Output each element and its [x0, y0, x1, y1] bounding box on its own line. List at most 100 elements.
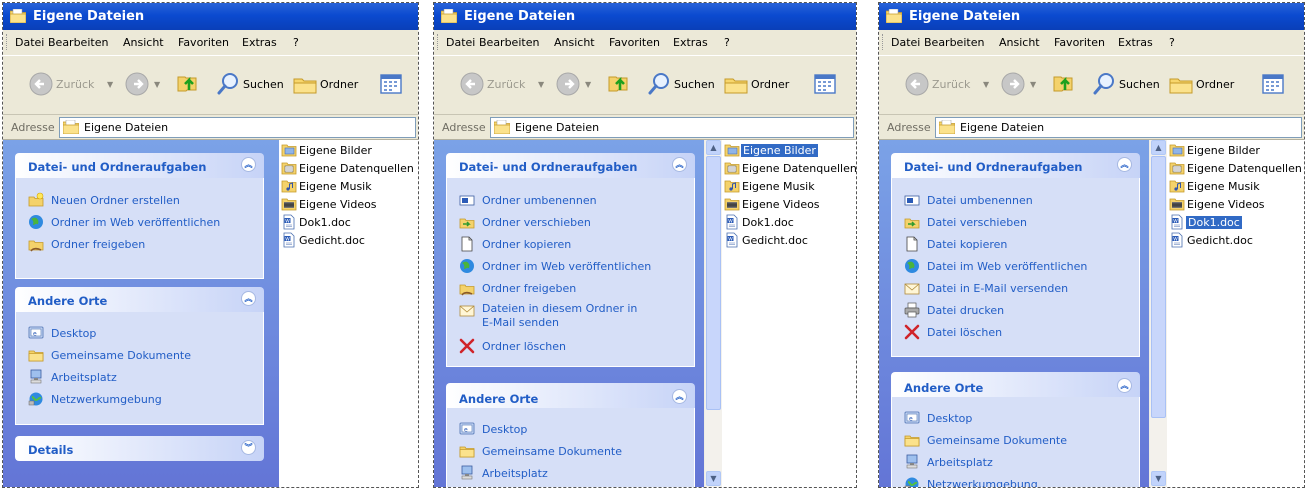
folder-icon: [63, 120, 79, 134]
expand-icon[interactable]: ︾: [241, 440, 256, 455]
menu-help[interactable]: ?: [1169, 36, 1175, 49]
mail-icon: [459, 302, 475, 318]
folder-music-icon: [1169, 178, 1185, 194]
menu-grip: [882, 34, 885, 50]
task-label: Ordner im Web veröffentlichen: [482, 260, 652, 273]
folder-icon: [904, 432, 920, 448]
back-arrow-icon: [28, 71, 54, 97]
menu-favoriten[interactable]: Favoriten: [1054, 36, 1105, 49]
panel-header[interactable]: Datei- und Ordneraufgaben ︽: [15, 153, 264, 178]
panel-other-places: Andere Orte ︽ Desktop Gemeinsame Dokumen…: [446, 383, 695, 487]
delete-icon: [904, 324, 920, 340]
task-label: Datei in E-Mail versenden: [927, 282, 1069, 295]
menu-extras[interactable]: Extras: [242, 36, 277, 49]
task-pane-scrollbar[interactable]: ▲ ▼: [704, 140, 722, 487]
panel-header[interactable]: Datei- und Ordneraufgaben ︽: [446, 153, 695, 178]
collapse-icon[interactable]: ︽: [672, 157, 687, 172]
panel-header[interactable]: Andere Orte ︽: [891, 372, 1140, 397]
search-icon: [646, 71, 672, 97]
menu-bearbeiten[interactable]: Bearbeiten: [479, 36, 539, 49]
panel-header[interactable]: Andere Orte ︽: [446, 383, 695, 408]
collapse-icon[interactable]: ︽: [241, 157, 256, 172]
address-field[interactable]: Eigene Dateien: [935, 117, 1302, 138]
mail-icon: [904, 280, 920, 296]
panel-title: Details: [28, 443, 74, 457]
menu-ansicht[interactable]: Ansicht: [999, 36, 1040, 49]
menu-help[interactable]: ?: [293, 36, 299, 49]
panel-header[interactable]: Datei- und Ordneraufgaben ︽: [891, 153, 1140, 178]
place-label: Gemeinsame Dokumente: [927, 434, 1067, 447]
menu-datei[interactable]: Datei: [446, 36, 475, 49]
menu-extras[interactable]: Extras: [673, 36, 708, 49]
search-icon: [215, 71, 241, 97]
search-icon: [1091, 71, 1117, 97]
collapse-icon[interactable]: ︽: [1117, 378, 1132, 393]
panel-body: Desktop Gemeinsame Dokumente Arbeitsplat…: [891, 397, 1140, 488]
file-name: Eigene Bilder: [741, 144, 818, 157]
panel-body: Desktop Gemeinsame Dokumente Arbeitsplat…: [446, 408, 695, 487]
folder-icon: [459, 443, 475, 459]
file-name: Eigene Musik: [299, 180, 372, 193]
desktop-icon: [28, 325, 44, 341]
place-label: Desktop: [482, 423, 528, 436]
task-label: Datei im Web veröffentlichen: [927, 260, 1088, 273]
desktop-icon: [904, 410, 920, 426]
back-dropdown-icon[interactable]: ▼: [538, 80, 544, 89]
scroll-up-icon[interactable]: ▲: [706, 140, 721, 155]
scroll-down-icon[interactable]: ▼: [706, 471, 721, 486]
file-name: Dok1.doc: [299, 216, 351, 229]
title-bar[interactable]: Eigene Dateien: [879, 3, 1304, 30]
menu-grip: [6, 34, 9, 50]
forward-dropdown-icon[interactable]: ▼: [1030, 80, 1036, 89]
menu-bearbeiten[interactable]: Bearbeiten: [48, 36, 108, 49]
network-icon: [904, 476, 920, 488]
task-label: Datei drucken: [927, 304, 1005, 317]
scroll-down-icon[interactable]: ▼: [1151, 471, 1166, 486]
address-field[interactable]: Eigene Dateien: [59, 117, 416, 138]
panel-header[interactable]: Andere Orte ︽: [15, 287, 264, 312]
toolbar: Zurück ▼ ▼ Suchen Ordner: [879, 56, 1304, 115]
copy-icon: [904, 236, 920, 252]
folder-pictures-icon: [724, 142, 740, 158]
panel-header[interactable]: Details ︾: [15, 436, 264, 461]
task-pane-scrollbar[interactable]: ▲ ▼: [1149, 140, 1167, 487]
back-dropdown-icon[interactable]: ▼: [983, 80, 989, 89]
file-name: Eigene Musik: [1187, 180, 1260, 193]
task-label-line2: E-Mail senden: [482, 316, 559, 329]
scroll-up-icon[interactable]: ▲: [1151, 140, 1166, 155]
panel-other-places: Andere Orte ︽ Desktop Gemeinsame Dokumen…: [891, 372, 1140, 488]
menu-favoriten[interactable]: Favoriten: [609, 36, 660, 49]
scroll-thumb[interactable]: [706, 156, 721, 410]
menu-favoriten[interactable]: Favoriten: [178, 36, 229, 49]
collapse-icon[interactable]: ︽: [672, 389, 687, 404]
address-value: Eigene Dateien: [960, 121, 1045, 134]
title-bar[interactable]: Eigene Dateien: [3, 3, 418, 30]
scroll-thumb[interactable]: [1151, 156, 1166, 418]
title-bar[interactable]: Eigene Dateien: [434, 3, 856, 30]
collapse-icon[interactable]: ︽: [1117, 157, 1132, 172]
menu-ansicht[interactable]: Ansicht: [123, 36, 164, 49]
collapse-icon[interactable]: ︽: [241, 291, 256, 306]
folders-label: Ordner: [751, 78, 790, 91]
menu-datei[interactable]: Datei: [15, 36, 44, 49]
panel-title: Andere Orte: [904, 381, 984, 395]
file-name: Eigene Datenquellen: [299, 162, 414, 175]
computer-icon: [904, 454, 920, 470]
menu-extras[interactable]: Extras: [1118, 36, 1153, 49]
menu-bearbeiten[interactable]: Bearbeiten: [924, 36, 984, 49]
folder-video-icon: [1169, 196, 1185, 212]
forward-arrow-icon: [1000, 71, 1026, 97]
back-dropdown-icon[interactable]: ▼: [107, 80, 113, 89]
forward-dropdown-icon[interactable]: ▼: [585, 80, 591, 89]
menu-datei[interactable]: Datei: [891, 36, 920, 49]
menu-ansicht[interactable]: Ansicht: [554, 36, 595, 49]
menu-help[interactable]: ?: [724, 36, 730, 49]
up-folder-icon: [1050, 71, 1076, 97]
forward-arrow-icon: [124, 71, 150, 97]
folder-icon: [939, 120, 955, 134]
folder-video-icon: [724, 196, 740, 212]
address-field[interactable]: Eigene Dateien: [490, 117, 854, 138]
globe-icon: [28, 214, 44, 230]
forward-dropdown-icon[interactable]: ▼: [154, 80, 160, 89]
panel-title: Andere Orte: [459, 392, 539, 406]
